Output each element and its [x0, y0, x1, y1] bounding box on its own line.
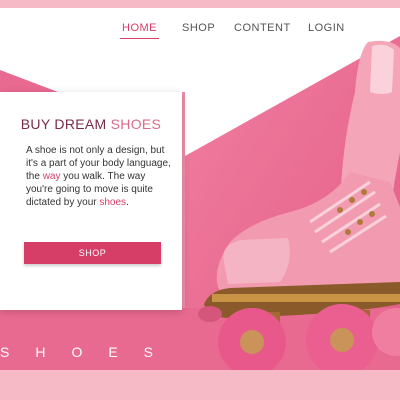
page-frame: HOME SHOP CONTENT LOGIN BUY DREAM SHOES … [0, 8, 400, 370]
shop-button[interactable]: SHOP [24, 242, 161, 264]
nav-home[interactable]: HOME [120, 20, 159, 39]
top-border-strip [0, 0, 400, 8]
hero-title-accent: SHOES [110, 116, 162, 132]
hero-title: BUY DREAM SHOES [20, 116, 162, 132]
hero-description: A shoe is not only a design, but it's a … [26, 145, 171, 208]
hero-card: BUY DREAM SHOES A shoe is not only a des… [0, 92, 182, 310]
highlight-shoes: shoes [99, 197, 127, 208]
bottom-border-strip [0, 370, 400, 400]
shoes-footer-word: SHOES [0, 344, 180, 360]
roller-skate-image [198, 40, 400, 370]
highlight-way: way [42, 171, 61, 182]
